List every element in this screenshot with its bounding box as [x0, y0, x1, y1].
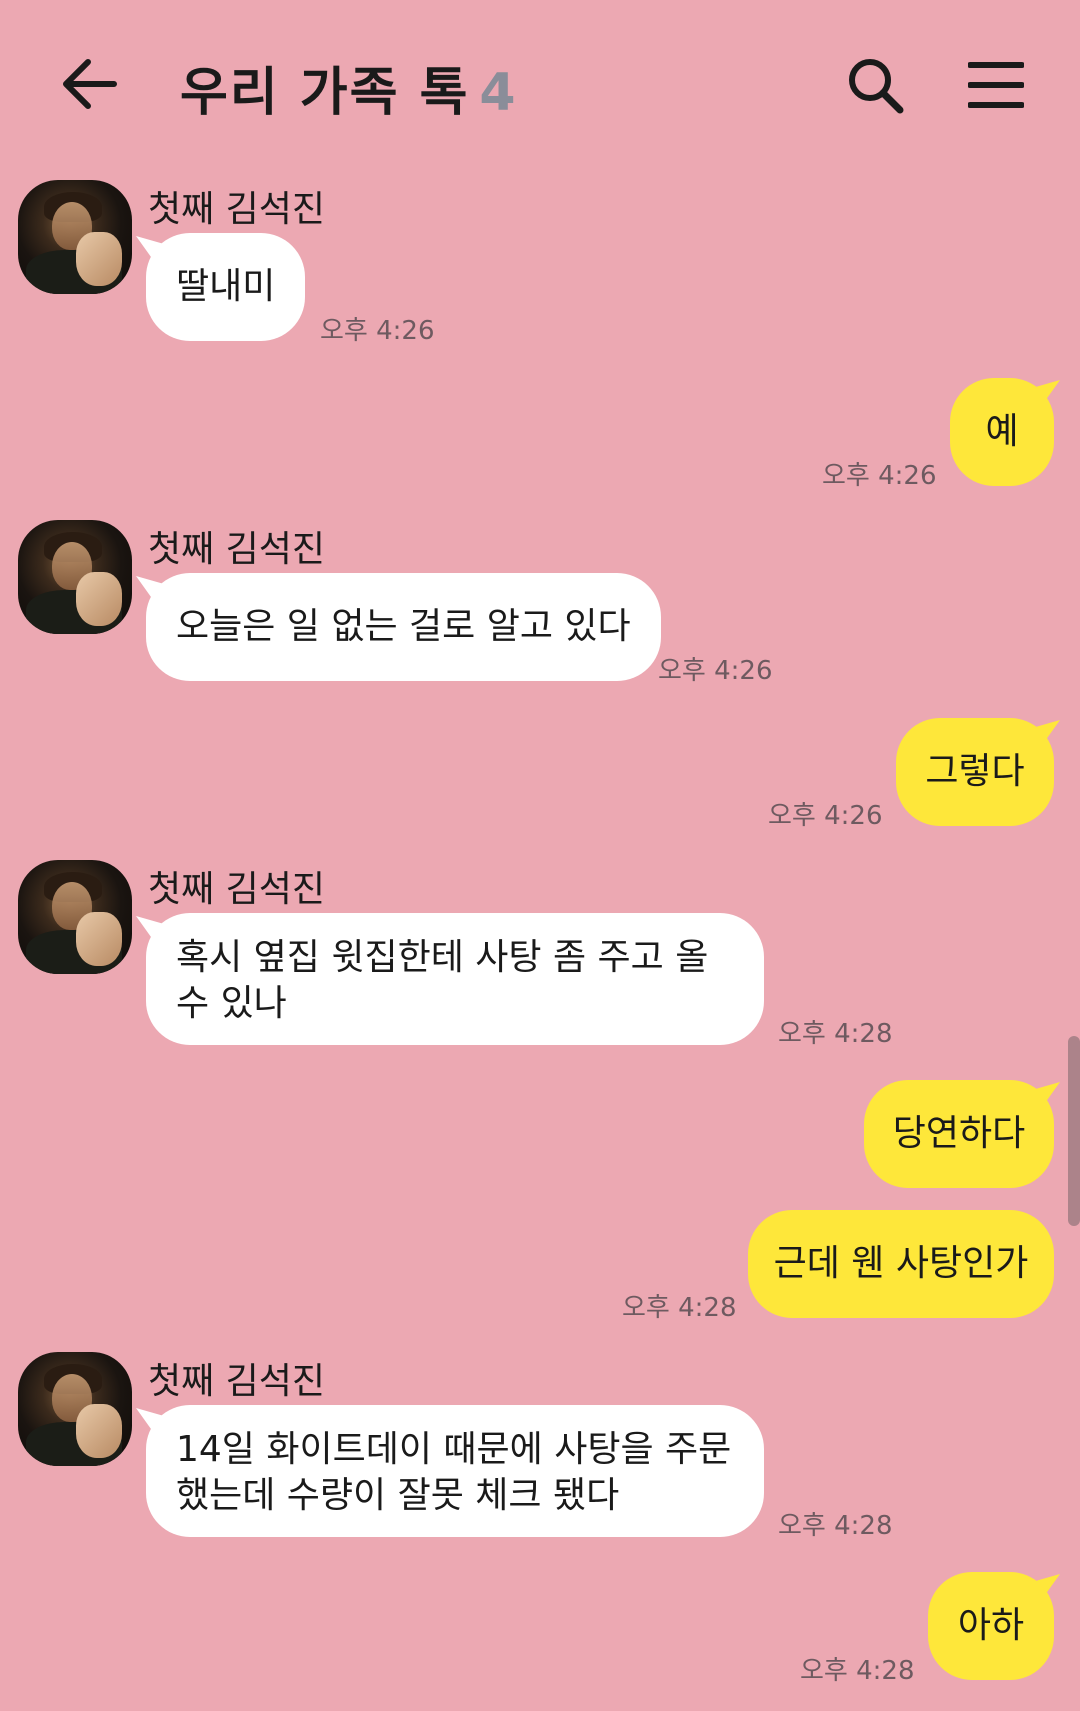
- message-bubble[interactable]: 근데 웬 사탕인가: [748, 1210, 1054, 1318]
- sender-avatar[interactable]: [18, 1352, 132, 1466]
- message-time: 오후 4:28: [622, 1293, 737, 1323]
- search-button[interactable]: [846, 56, 906, 116]
- hamburger-menu-icon: [967, 62, 1025, 108]
- sender-name: 첫째 김석진: [148, 529, 326, 570]
- message-time: 오후 4:26: [822, 461, 937, 491]
- message-bubble[interactable]: 그렇다: [896, 718, 1054, 826]
- message-bubble[interactable]: 딸내미: [146, 233, 306, 341]
- message-bubble[interactable]: 아하: [928, 1572, 1054, 1680]
- search-icon: [849, 59, 904, 114]
- menu-button[interactable]: [967, 60, 1025, 110]
- sender-avatar[interactable]: [18, 520, 132, 634]
- sender-avatar[interactable]: [18, 860, 132, 974]
- back-button[interactable]: [58, 56, 118, 112]
- message-time: 오후 4:28: [800, 1656, 915, 1686]
- message-time: 오후 4:28: [778, 1019, 893, 1049]
- message-bubble[interactable]: 예: [950, 378, 1054, 486]
- scrollbar[interactable]: [1068, 1036, 1080, 1226]
- message-bubble[interactable]: 오늘은 일 없는 걸로 알고 있다: [146, 573, 661, 681]
- chat-room-name: 우리 가족 톡: [180, 63, 470, 123]
- message-bubble[interactable]: 혹시 옆집 윗집한테 사탕 좀 주고 올 수 있나: [146, 913, 764, 1045]
- chat-header: 우리 가족 톡4: [0, 0, 1080, 160]
- message-time: 오후 4:26: [768, 801, 883, 831]
- message-bubble[interactable]: 14일 화이트데이 때문에 사탕을 주문했는데 수량이 잘못 체크 됐다: [146, 1405, 764, 1537]
- sender-name: 첫째 김석진: [148, 189, 326, 230]
- chat-title: 우리 가족 톡4: [180, 50, 518, 125]
- message-time: 오후 4:26: [658, 656, 773, 686]
- sender-name: 첫째 김석진: [148, 1361, 326, 1402]
- message-bubble[interactable]: 당연하다: [864, 1080, 1054, 1188]
- arrow-left-icon: [63, 59, 117, 109]
- sender-name: 첫째 김석진: [148, 869, 326, 910]
- message-time: 오후 4:26: [320, 316, 435, 346]
- message-time: 오후 4:28: [778, 1511, 893, 1541]
- sender-avatar[interactable]: [18, 180, 132, 294]
- member-count: 4: [479, 63, 518, 123]
